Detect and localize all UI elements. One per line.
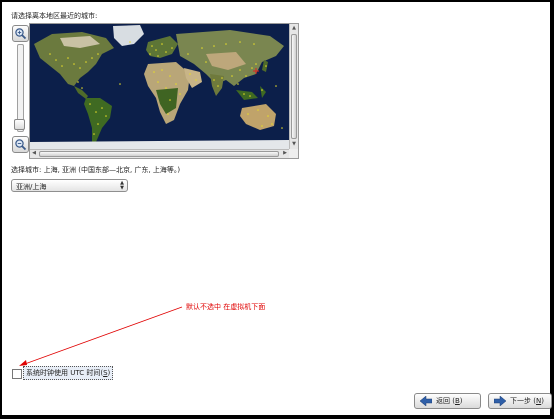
utc-checkbox-label[interactable]: 系统时钟使用 UTC 时间(S)	[23, 366, 114, 380]
arrow-left-icon	[420, 396, 432, 406]
scroll-down-arrow-icon[interactable]: ▼	[290, 141, 298, 148]
selected-city-label: 选择城市: 上海, 亚洲 (中国东部—北京, 广东, 上海等。)	[11, 166, 181, 174]
zoom-slider-handle[interactable]	[14, 119, 25, 130]
utc-label-main: 系统时钟使用 UTC 时间(	[26, 369, 104, 377]
city-prompt: 请选择离本地区最近的城市:	[11, 12, 98, 20]
scroll-up-arrow-icon[interactable]: ▲	[290, 25, 298, 32]
map-horizontal-scrollbar[interactable]: ◀ ▶	[30, 149, 289, 158]
horizontal-scroll-thumb[interactable]	[39, 151, 279, 157]
select-updown-arrows-icon: ▲ ▼	[120, 180, 124, 191]
next-button-label: 下一步 (N)	[510, 397, 544, 405]
utc-label-end: )	[107, 369, 111, 377]
zoom-in-button[interactable]	[12, 25, 29, 42]
vertical-scroll-thumb[interactable]	[291, 34, 297, 139]
scroll-right-arrow-icon[interactable]: ▶	[281, 150, 289, 157]
timezone-select-value: 亚洲/上海	[16, 183, 47, 191]
map-vertical-scrollbar[interactable]: ▲ ▼	[289, 24, 298, 149]
zoom-in-magnifier-icon	[15, 28, 27, 40]
scroll-left-arrow-icon[interactable]: ◀	[30, 150, 38, 157]
annotation-note: 默认不选中 在虚拟机下面	[186, 303, 266, 311]
world-map[interactable]	[30, 24, 289, 149]
world-map-image	[30, 24, 289, 149]
arrow-right-icon	[494, 396, 506, 406]
timezone-select[interactable]: 亚洲/上海 ▲ ▼	[11, 179, 128, 192]
next-button[interactable]: 下一步 (N)	[488, 393, 552, 409]
installer-panel: 请选择离本地区最近的城市: ▲ ▼ ◀ ▶ 选择城市: 上海, 亚洲 (中国东部…	[2, 2, 552, 415]
back-button[interactable]: 返回 (B)	[414, 393, 481, 409]
zoom-out-button[interactable]	[12, 136, 29, 153]
back-button-label: 返回 (B)	[436, 397, 463, 405]
zoom-out-magnifier-icon	[15, 139, 27, 151]
world-map-widget: ▲ ▼ ◀ ▶	[29, 23, 299, 159]
utc-checkbox[interactable]	[12, 369, 22, 379]
